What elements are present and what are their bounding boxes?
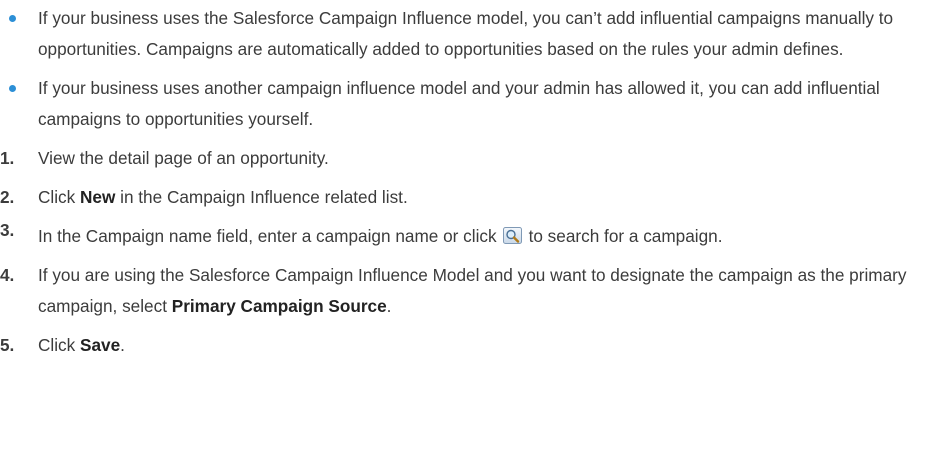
step-text-post: . bbox=[386, 296, 392, 316]
save-button-label: Save bbox=[80, 335, 121, 355]
step-number: 5. bbox=[0, 335, 15, 355]
step-text-post: . bbox=[120, 335, 125, 355]
step-number: 3. bbox=[0, 220, 15, 240]
step-list: 1. View the detail page of an opportunit… bbox=[0, 143, 939, 361]
bullet-list: If your business uses the Salesforce Cam… bbox=[0, 0, 939, 135]
step-number: 1. bbox=[0, 148, 15, 168]
step-item: 1. View the detail page of an opportunit… bbox=[0, 143, 931, 174]
step-item: 3. In the Campaign name field, enter a c… bbox=[0, 220, 931, 252]
step-text-post: in the Campaign Influence related list. bbox=[115, 187, 408, 207]
new-button-label: New bbox=[80, 187, 116, 207]
step-number: 4. bbox=[0, 265, 15, 285]
step-text-pre: Click bbox=[38, 335, 81, 355]
step-number: 2. bbox=[0, 187, 15, 207]
step-text-pre: If you are using the Salesforce Campaign… bbox=[38, 265, 907, 316]
bullet-text: If your business uses the Salesforce Cam… bbox=[38, 8, 894, 59]
step-item: 4. If you are using the Salesforce Campa… bbox=[0, 260, 931, 322]
document: If your business uses the Salesforce Cam… bbox=[0, 0, 939, 454]
step-text-post: to search for a campaign. bbox=[528, 226, 723, 246]
step-item: 5. Click Save. bbox=[0, 330, 931, 361]
bullet-item: If your business uses another campaign i… bbox=[0, 73, 931, 135]
step-text: View the detail page of an opportunity. bbox=[38, 148, 329, 168]
bullet-item: If your business uses the Salesforce Cam… bbox=[0, 3, 931, 65]
bullet-dot-icon bbox=[9, 85, 16, 92]
step-text-pre: In the Campaign name field, enter a camp… bbox=[38, 226, 497, 246]
primary-campaign-source-label: Primary Campaign Source bbox=[171, 296, 387, 316]
step-item: 2. Click New in the Campaign Influence r… bbox=[0, 182, 931, 213]
bullet-dot-icon bbox=[9, 15, 16, 22]
lookup-icon bbox=[502, 224, 523, 244]
bullet-text: If your business uses another campaign i… bbox=[38, 78, 880, 129]
step-text-pre: Click bbox=[38, 187, 81, 207]
